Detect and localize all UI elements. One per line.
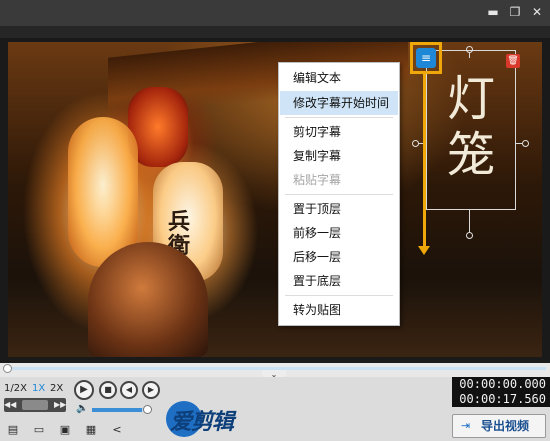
save-as-icon[interactable]: ▦ <box>84 423 98 437</box>
speed-half[interactable]: 1/2X <box>4 381 27 396</box>
fast-forward-icon[interactable]: ▶▶ <box>54 398 66 412</box>
export-video-label: 导出视频 <box>481 419 530 433</box>
left-resize-handle[interactable] <box>412 140 419 147</box>
previous-frame-button[interactable]: ◀ <box>120 381 138 399</box>
speed-double[interactable]: 2X <box>50 381 63 396</box>
new-project-icon[interactable]: ▤ <box>6 423 20 437</box>
play-button[interactable]: ▶ <box>74 380 94 400</box>
annotation-arrow-head <box>418 246 430 255</box>
bottom-toolbar: ▤ ▭ ▣ ▦ < <box>0 421 170 441</box>
menu-separator <box>285 295 393 296</box>
next-frame-button[interactable]: ▶ <box>142 381 160 399</box>
volume-knob[interactable] <box>143 405 152 414</box>
menu-item-edit-text[interactable]: 编辑文本 <box>280 66 398 90</box>
menu-item-cut-subtitle[interactable]: 剪切字幕 <box>280 120 398 144</box>
bottom-resize-handle[interactable] <box>466 232 473 239</box>
jog-thumb[interactable] <box>22 400 48 410</box>
rotate-handle[interactable] <box>466 46 473 53</box>
bottom-handle-stem <box>469 210 470 232</box>
list-icon[interactable]: ≡ <box>416 48 436 68</box>
timeline-playhead[interactable] <box>3 364 12 373</box>
subtitle-text[interactable]: 灯笼 <box>427 71 515 183</box>
volume-icon[interactable]: 🔈 <box>76 403 88 415</box>
volume-slider[interactable] <box>92 408 148 412</box>
rotate-handle-stem <box>469 53 470 58</box>
menu-item-copy-subtitle[interactable]: 复制字幕 <box>280 144 398 168</box>
control-panel: 1/2X 1X 2X ◀◀ ▶▶ ▶ ■ ◀ ▶ 🔈 00:00:00.000 … <box>0 377 550 441</box>
context-menu: 编辑文本 修改字幕开始时间 剪切字幕 复制字幕 粘贴字幕 置于顶层 前移一层 后… <box>278 62 400 326</box>
minimize-icon[interactable]: ▬ <box>484 4 502 20</box>
subtitle-box[interactable]: 灯笼 <box>426 50 516 210</box>
right-resize-handle[interactable] <box>522 140 529 147</box>
annotation-arrow <box>423 74 426 249</box>
speed-selector: 1/2X 1X 2X <box>2 381 70 396</box>
menu-item-paste-subtitle: 粘贴字幕 <box>293 173 342 187</box>
app-logo: 爱剪辑 <box>166 398 256 440</box>
logo-text: 爱剪辑 <box>170 409 234 435</box>
current-time: 00:00:00.000 <box>459 377 546 391</box>
menu-separator <box>285 117 393 118</box>
menu-item-bring-to-front[interactable]: 置于顶层 <box>280 197 398 221</box>
stop-button[interactable]: ■ <box>99 381 117 399</box>
export-video-button[interactable]: ⇥ 导出视频 <box>452 414 546 438</box>
save-icon[interactable]: ▣ <box>58 423 72 437</box>
person-silhouette <box>88 242 208 357</box>
menu-item-send-to-back[interactable]: 置于底层 <box>280 269 398 293</box>
rewind-icon[interactable]: ◀◀ <box>4 398 16 412</box>
total-time: 00:00:17.560 <box>459 392 546 406</box>
menu-separator <box>285 194 393 195</box>
speed-normal[interactable]: 1X <box>32 381 45 396</box>
menu-item-convert-to-sticker[interactable]: 转为贴图 <box>280 298 398 322</box>
share-icon[interactable]: < <box>110 423 124 437</box>
title-bar: ▬ ❐ ✕ <box>0 0 550 26</box>
menu-item-bring-forward[interactable]: 前移一层 <box>280 221 398 245</box>
export-icon: ⇥ <box>461 419 471 432</box>
app-window: ▬ ❐ ✕ 兵 衛 灯笼 ≡ 🗑 编辑文本 修改字幕开始时间 剪切字幕 复制字幕… <box>0 0 550 441</box>
menu-item-send-backward[interactable]: 后移一层 <box>280 245 398 269</box>
open-folder-icon[interactable]: ▭ <box>32 423 46 437</box>
volume-level <box>92 408 143 412</box>
close-icon[interactable]: ✕ <box>528 4 546 20</box>
jog-slider[interactable]: ◀◀ ▶▶ <box>4 398 66 412</box>
time-display: 00:00:00.000 00:00:17.560 <box>452 377 550 407</box>
trash-icon[interactable]: 🗑 <box>506 54 520 68</box>
menu-item-change-start-time[interactable]: 修改字幕开始时间 <box>280 91 398 115</box>
maximize-icon[interactable]: ❐ <box>506 4 524 20</box>
